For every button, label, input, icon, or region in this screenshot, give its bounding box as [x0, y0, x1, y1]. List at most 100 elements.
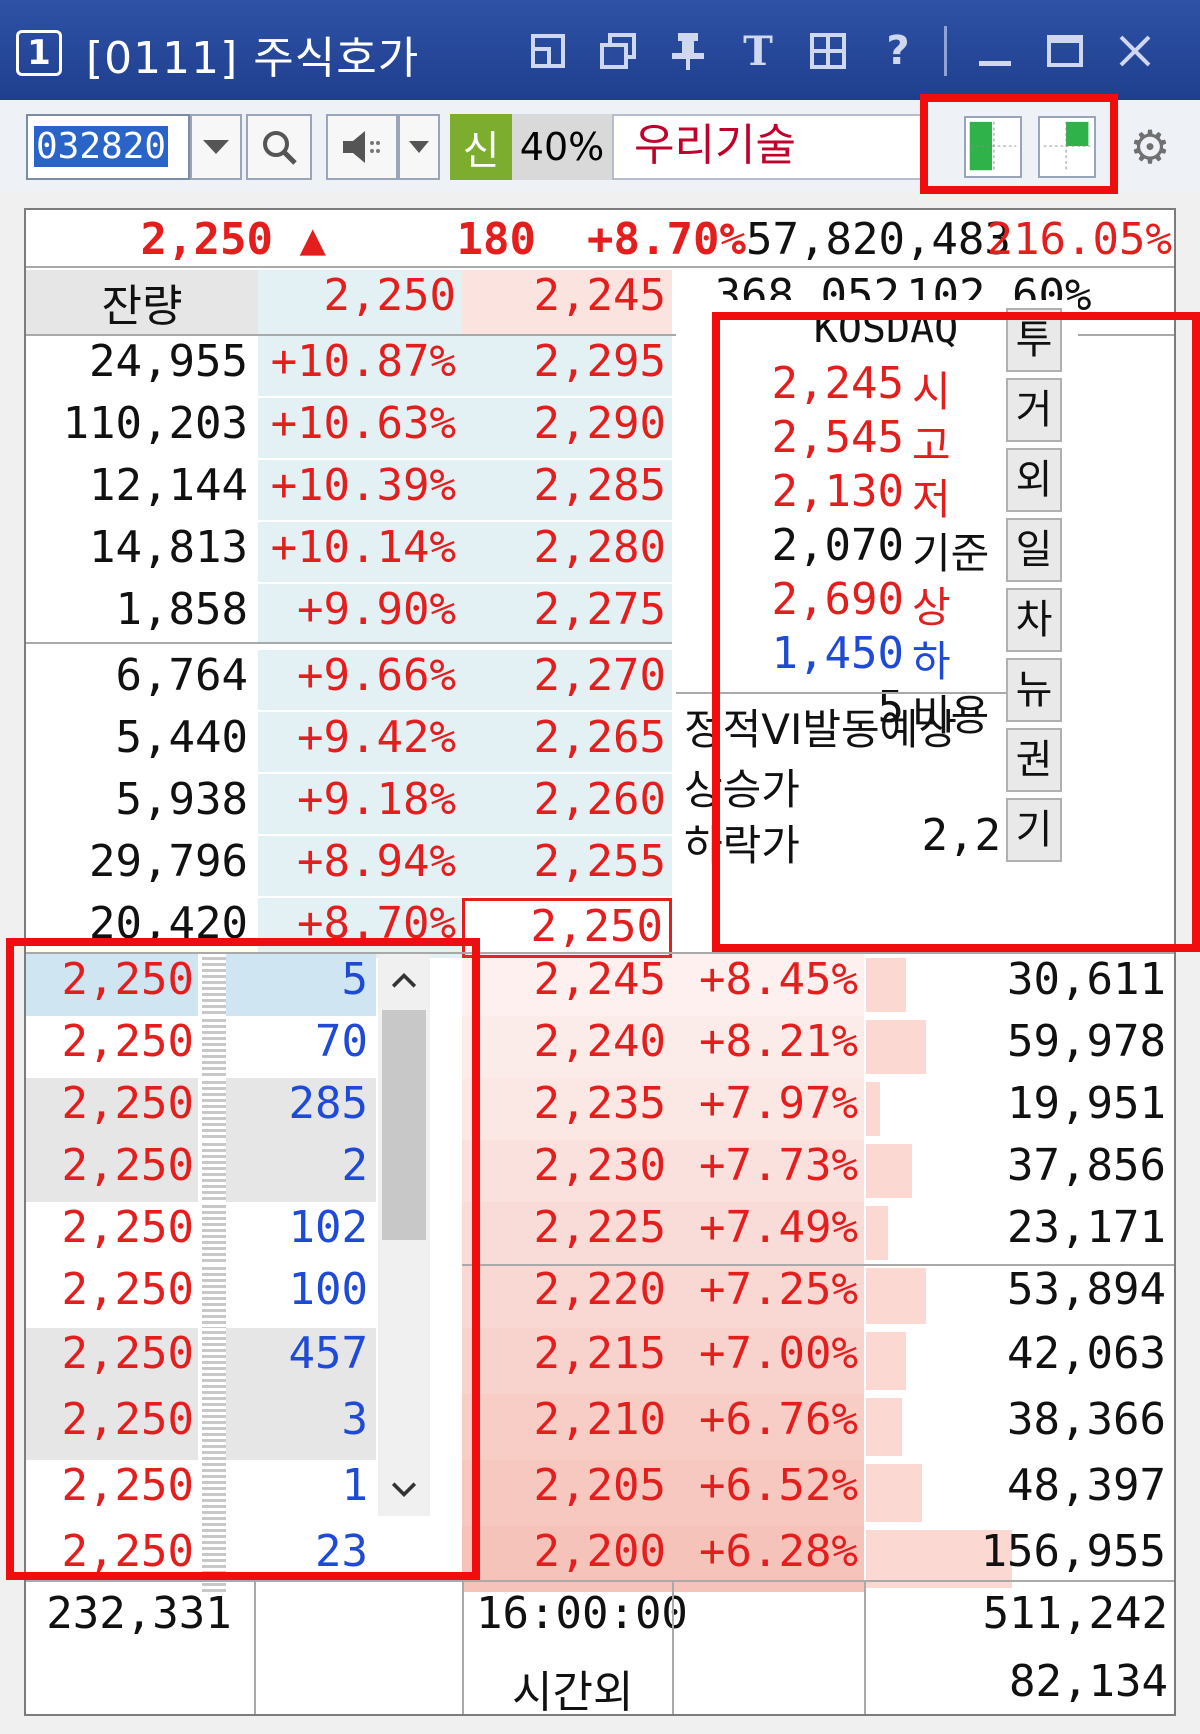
ask-price[interactable]: 2,295 [462, 336, 672, 396]
ask-pct: +9.42% [258, 712, 462, 772]
stock-name[interactable]: 우리기술 [612, 114, 922, 180]
window-title: [0111] 주식호가 [86, 33, 420, 84]
maximize-icon[interactable] [1037, 26, 1093, 76]
market-label: KOSDAQ [813, 306, 959, 352]
session-label[interactable]: 시간외 [512, 1656, 672, 1720]
total-volume: 57,820,483 [746, 214, 1011, 265]
info-value: 2,545 [771, 412, 904, 463]
ask-pct: +9.90% [258, 584, 462, 644]
side-tab[interactable]: 외 [1006, 448, 1062, 512]
layout-left-icon[interactable] [964, 116, 1022, 178]
ask-qty: 14,813 [89, 522, 248, 573]
ask-qty: 5,938 [115, 774, 248, 825]
search-icon[interactable] [246, 114, 312, 180]
bid-pct: +7.49% [672, 1202, 864, 1264]
trade-qty: 23 [226, 1526, 376, 1592]
remaining-qty-header[interactable]: 잔량 [26, 270, 258, 334]
speaker-dropdown-icon[interactable] [398, 114, 440, 180]
side-tab[interactable]: 권 [1006, 728, 1062, 792]
bid-qty: 19,951 [1007, 1078, 1166, 1129]
bid-pct: +6.28% [672, 1526, 864, 1592]
header-bid-price: 2,245 [462, 270, 672, 334]
trade-price: 2,250 [26, 1202, 198, 1264]
layout-right-icon[interactable] [1038, 116, 1096, 178]
up-arrow-icon: ▲ [299, 214, 327, 265]
side-tab[interactable]: 투 [1006, 308, 1062, 372]
help-icon[interactable]: ? [870, 26, 926, 76]
bid-price[interactable]: 2,245 [462, 954, 672, 1016]
bid-price[interactable]: 2,200 [462, 1526, 672, 1592]
side-tab[interactable]: 차 [1006, 588, 1062, 652]
trade-tick-bar [202, 1202, 226, 1264]
side-tab[interactable]: 일 [1006, 518, 1062, 582]
close-icon[interactable] [1107, 26, 1163, 76]
ask-pct: +10.87% [258, 336, 462, 396]
bid-price[interactable]: 2,235 [462, 1078, 672, 1140]
window-restore-icon[interactable] [520, 26, 576, 76]
ask-price[interactable]: 2,250 [462, 898, 672, 958]
grid-icon[interactable] [800, 26, 856, 76]
side-tab[interactable]: 뉴 [1006, 658, 1062, 722]
gear-icon[interactable]: ⚙ [1118, 114, 1182, 180]
side-tab[interactable]: 거 [1006, 378, 1062, 442]
stock-code-value: 032820 [34, 126, 169, 167]
info-value: 1,450 [771, 628, 904, 679]
stock-code-input[interactable]: 032820 [26, 114, 190, 180]
trade-qty: 2 [226, 1140, 376, 1202]
ask-pct: +9.18% [258, 774, 462, 834]
trade-qty: 285 [226, 1078, 376, 1140]
trade-tick-bar [202, 1394, 226, 1460]
chevron-down-icon[interactable] [190, 114, 242, 180]
trade-price: 2,250 [26, 1394, 198, 1460]
side-tab[interactable]: 기 [1006, 798, 1062, 862]
current-price: 2,250 ▲ [140, 214, 327, 265]
ask-group-divider [26, 642, 672, 644]
ask-price[interactable]: 2,270 [462, 650, 672, 710]
info-divider [676, 692, 1006, 694]
info-value: 2,690 [771, 574, 904, 625]
copy-window-icon[interactable] [590, 26, 646, 76]
ask-price[interactable]: 2,260 [462, 774, 672, 834]
ask-pct: +10.14% [258, 522, 462, 582]
bid-price[interactable]: 2,230 [462, 1140, 672, 1202]
ask-price[interactable]: 2,290 [462, 398, 672, 458]
ask-qty: 24,955 [89, 336, 248, 387]
footer-col-line [864, 1582, 866, 1714]
trade-scrollbar[interactable] [378, 954, 430, 1516]
margin-rate-badge: 40% [512, 114, 612, 180]
trade-price: 2,250 [26, 954, 198, 1016]
trade-tick-bar [202, 1460, 226, 1526]
chevron-up-icon[interactable] [378, 954, 430, 1006]
bid-price[interactable]: 2,215 [462, 1328, 672, 1394]
window-number-badge[interactable]: 1 [16, 30, 62, 76]
bid-pct: +6.76% [672, 1394, 864, 1460]
minimize-icon[interactable] [967, 26, 1023, 76]
trade-price: 2,250 [26, 1526, 198, 1592]
speaker-icon[interactable] [326, 114, 398, 180]
scrollbar-thumb[interactable] [382, 1010, 426, 1240]
bid-qty: 23,171 [1007, 1202, 1166, 1253]
bid-price[interactable]: 2,240 [462, 1016, 672, 1078]
ask-qty: 20,420 [89, 898, 248, 949]
trade-price: 2,250 [26, 1140, 198, 1202]
chevron-down-icon[interactable] [378, 1464, 430, 1516]
ask-price[interactable]: 2,255 [462, 836, 672, 896]
ask-price[interactable]: 2,285 [462, 460, 672, 520]
bid-price[interactable]: 2,210 [462, 1394, 672, 1460]
bid-qty: 59,978 [1007, 1016, 1166, 1067]
ask-price[interactable]: 2,265 [462, 712, 672, 772]
bid-total: 511,242 [982, 1588, 1168, 1639]
trade-tick-bar [202, 954, 226, 1016]
bid-pct: +7.25% [672, 1264, 864, 1328]
bid-price[interactable]: 2,225 [462, 1202, 672, 1264]
bid-price[interactable]: 2,220 [462, 1264, 672, 1328]
bid-price[interactable]: 2,205 [462, 1460, 672, 1526]
ask-price[interactable]: 2,280 [462, 522, 672, 582]
text-icon[interactable]: T [730, 26, 786, 76]
title-bar: 1 [0111] 주식호가 T ? [0, 0, 1200, 100]
bid-qty: 30,611 [1007, 954, 1166, 1005]
trade-qty: 100 [226, 1264, 376, 1328]
ask-price[interactable]: 2,275 [462, 584, 672, 644]
trade-price: 2,250 [26, 1016, 198, 1078]
pin-icon[interactable] [660, 26, 716, 76]
